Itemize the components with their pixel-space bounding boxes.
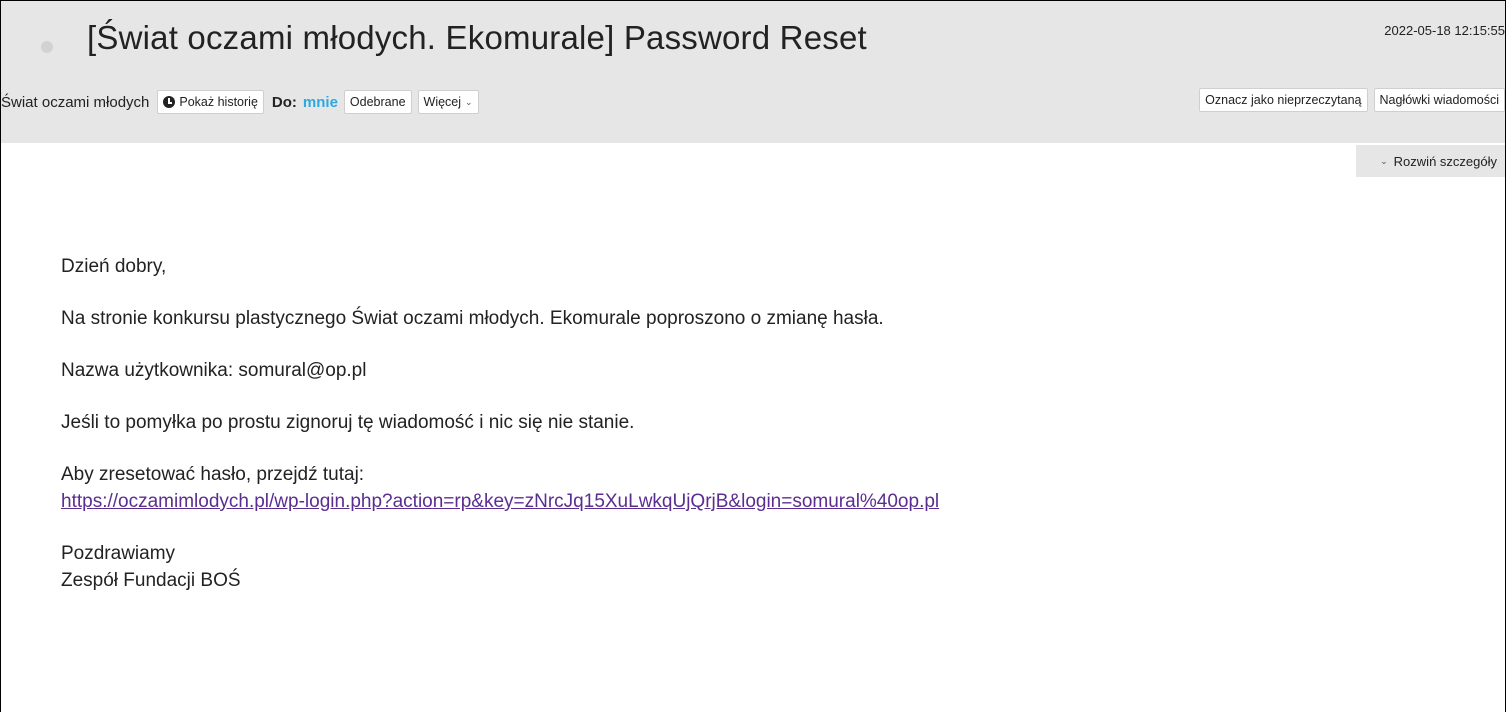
body-line-reset: Aby zresetować hasło, przejdź tutaj: — [61, 464, 365, 485]
unread-dot-icon[interactable] — [41, 41, 53, 53]
header-actions: Oznacz jako nieprzeczytaną Nagłówki wiad… — [1199, 88, 1505, 112]
to-recipient[interactable]: mnie — [303, 94, 338, 111]
to-label: Do: — [271, 93, 297, 111]
email-meta-row: Świat oczami młodych Pokaż historię Do: … — [1, 88, 479, 116]
expand-details-button[interactable]: ⌄ Rozwiń szczegóły — [1356, 145, 1505, 177]
reset-password-link[interactable]: https://oczamimlodych.pl/wp-login.php?ac… — [61, 491, 939, 512]
chevron-down-icon: ⌄ — [465, 96, 473, 107]
email-subject: [Świat oczami młodych. Ekomurale] Passwo… — [87, 19, 867, 56]
body-line-request: Na stronie konkursu plastycznego Świat o… — [61, 308, 884, 329]
message-headers-button[interactable]: Nagłówki wiadomości — [1373, 88, 1505, 112]
expand-details-label: Rozwiń szczegóły — [1393, 153, 1497, 169]
signature: Zespół Fundacji BOŚ — [61, 570, 241, 591]
body-line-ignore: Jeśli to pomyłka po prostu zignoruj tę w… — [61, 412, 635, 433]
inbox-folder-button[interactable]: Odebrane — [343, 90, 412, 114]
body-reset-paragraph: Aby zresetować hasło, przejdź tutaj: htt… — [61, 461, 1461, 515]
greeting: Dzień dobry, — [61, 256, 167, 277]
email-date: 2022-05-18 12:15:55 — [1384, 23, 1505, 38]
body-line-username: Nazwa użytkownika: somural@op.pl — [61, 360, 367, 381]
email-body: Dzień dobry, Na stronie konkursu plastyc… — [61, 253, 1461, 619]
more-label: Więcej — [423, 95, 462, 109]
more-button[interactable]: Więcej ⌄ — [417, 90, 479, 114]
chevron-down-icon: ⌄ — [1380, 155, 1388, 166]
mark-unread-button[interactable]: Oznacz jako nieprzeczytaną — [1199, 88, 1368, 112]
clock-icon — [163, 96, 176, 108]
closing: Pozdrawiamy — [61, 543, 176, 564]
show-history-button[interactable]: Pokaż historię — [157, 90, 264, 114]
body-signoff: Pozdrawiamy Zespół Fundacji BOŚ — [61, 540, 1461, 594]
sender-name[interactable]: Świat oczami młodych — [1, 94, 149, 111]
email-header: [Świat oczami młodych. Ekomurale] Passwo… — [1, 1, 1505, 143]
email-view: [Świat oczami młodych. Ekomurale] Passwo… — [0, 0, 1506, 712]
show-history-label: Pokaż historię — [179, 95, 258, 109]
